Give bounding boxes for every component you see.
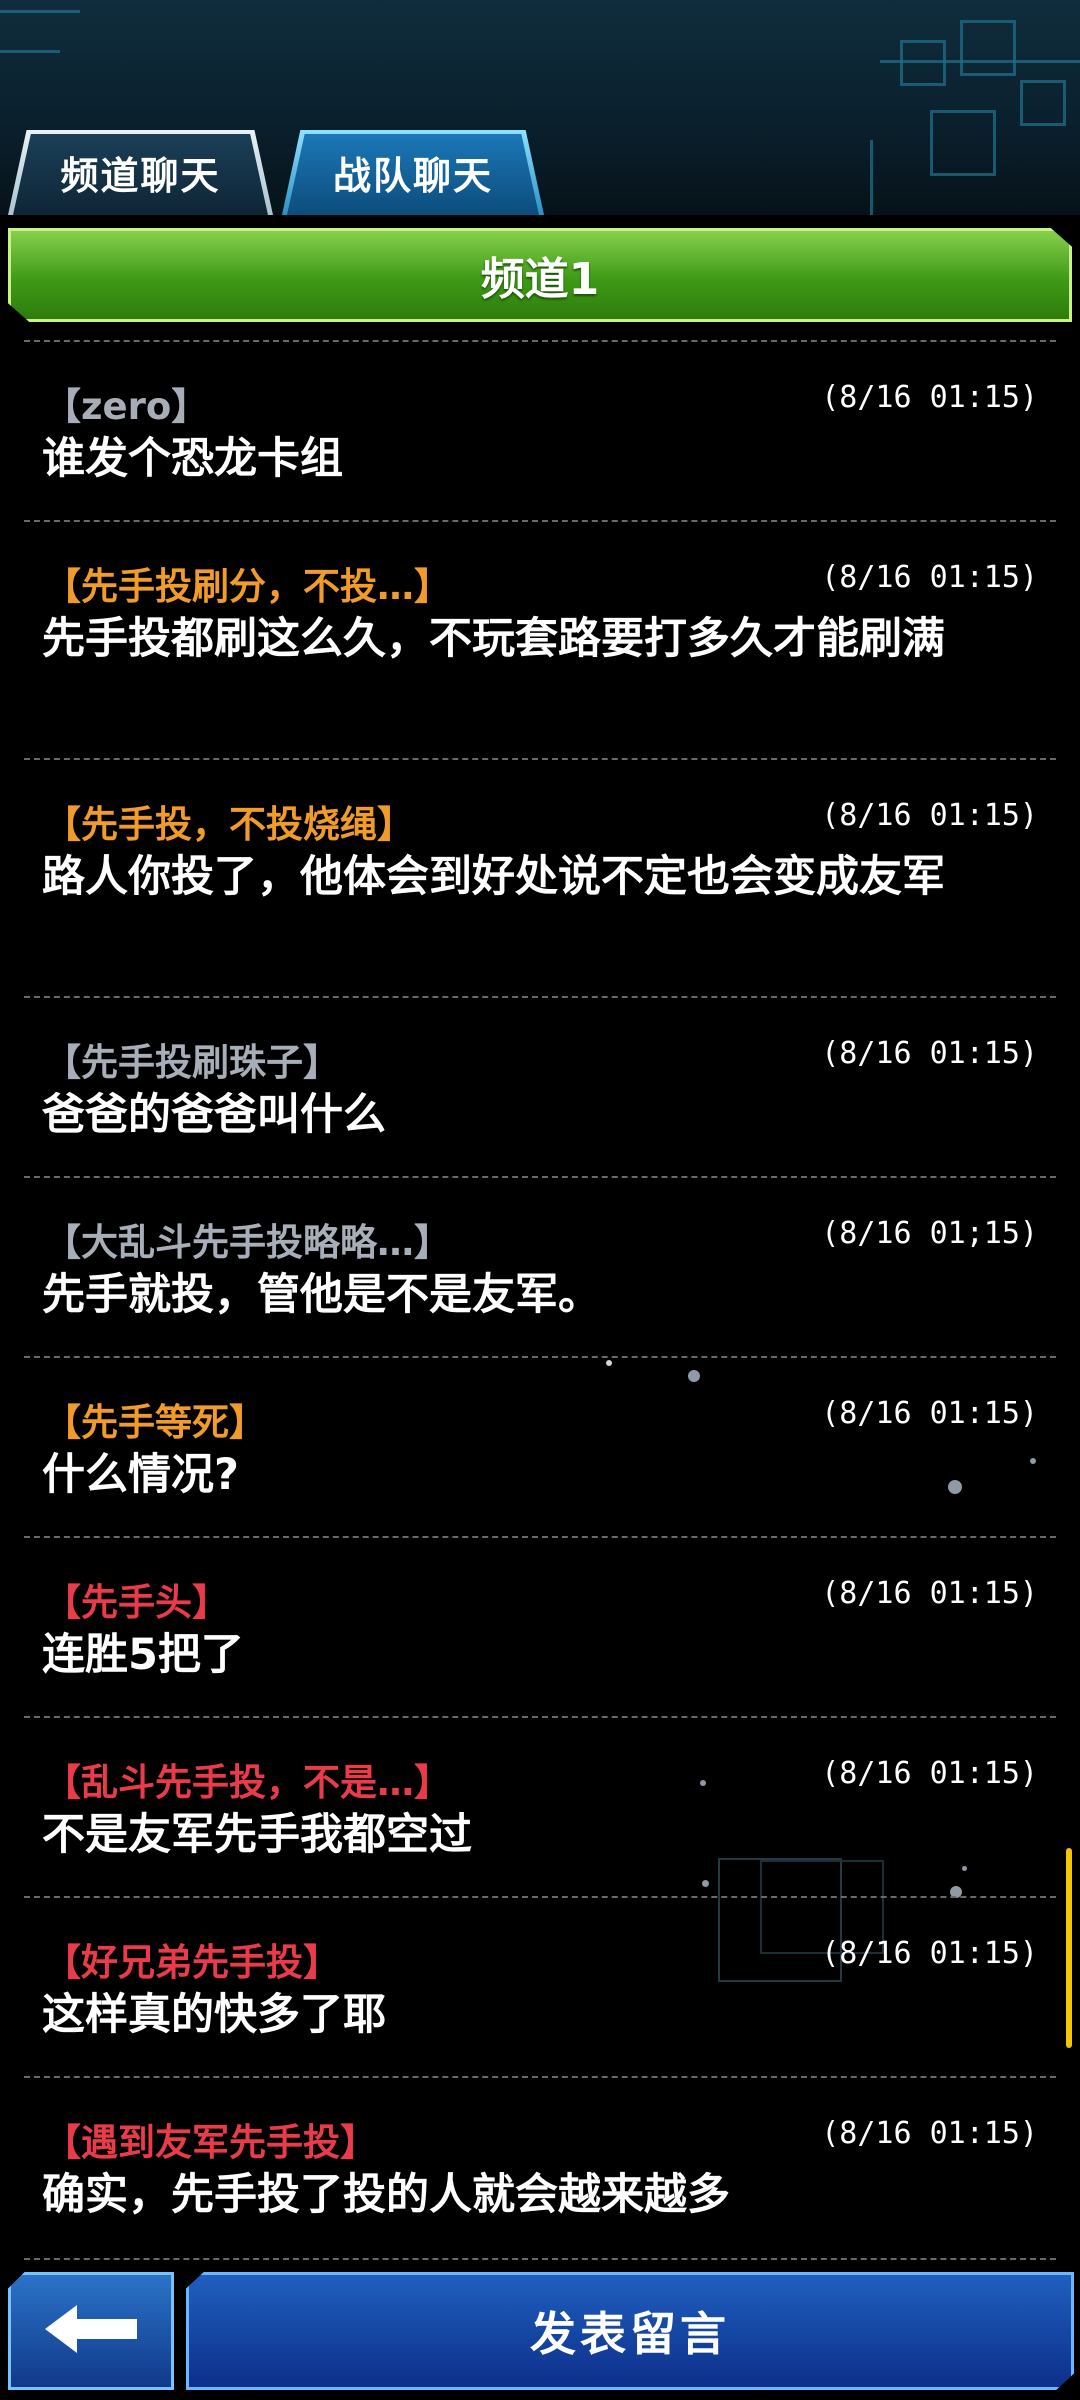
- chat-feed[interactable]: 【zero】 (8/16 01:15) 谁发个恐龙卡组 【先手投刷分，不投…】 …: [0, 340, 1080, 2260]
- chat-message[interactable]: 【大乱斗先手投略略…】 (8/16 01;15) 先手就投，管他是不是友军。: [24, 1176, 1056, 1356]
- message-sender[interactable]: 【好兄弟先手投】: [44, 1932, 340, 1986]
- chat-message[interactable]: 【先手投刷分，不投…】 (8/16 01:15) 先手投都刷这么久，不玩套路要打…: [24, 520, 1056, 758]
- chat-message[interactable]: 【zero】 (8/16 01:15) 谁发个恐龙卡组: [24, 340, 1056, 520]
- chat-message[interactable]: 【遇到友军先手投】 (8/16 01:15) 确实，先手投了投的人就会越来越多: [24, 2076, 1056, 2260]
- message-text: 这样真的快多了耶: [42, 1990, 386, 2040]
- post-message-button[interactable]: 发表留言: [186, 2272, 1074, 2390]
- circuit-line: [880, 60, 1080, 63]
- tab-label: 频道聊天: [60, 154, 221, 198]
- message-sender[interactable]: 【zero】: [44, 376, 208, 430]
- chat-message[interactable]: 【先手投刷珠子】 (8/16 01:15) 爸爸的爸爸叫什么: [24, 996, 1056, 1176]
- message-text: 先手就投，管他是不是友军。: [42, 1270, 601, 1320]
- chat-message[interactable]: 【好兄弟先手投】 (8/16 01:15) 这样真的快多了耶: [24, 1896, 1056, 2076]
- bottom-bar: 发表留言: [0, 2262, 1080, 2400]
- message-sender[interactable]: 【先手投，不投烧绳】: [44, 794, 414, 848]
- message-text: 连胜5把了: [42, 1630, 244, 1680]
- message-sender[interactable]: 【先手投刷珠子】: [44, 1032, 340, 1086]
- message-text: 谁发个恐龙卡组: [42, 434, 343, 484]
- message-text: 先手投都刷这么久，不玩套路要打多久才能刷满: [42, 614, 945, 664]
- back-arrow-icon: [41, 2301, 141, 2361]
- tab-team-chat[interactable]: 战队聊天: [282, 130, 544, 215]
- circuit-line: [870, 140, 873, 215]
- circuit-decoration: [1020, 80, 1066, 126]
- message-text: 路人你投了，他体会到好处说不定也会变成友军: [42, 852, 945, 902]
- post-message-label: 发表留言: [530, 2307, 730, 2361]
- message-text: 什么情况?: [42, 1450, 239, 1500]
- message-text: 确实，先手投了投的人就会越来越多: [42, 2170, 730, 2220]
- channel-title-bar[interactable]: 频道1: [8, 228, 1072, 322]
- chat-message[interactable]: 【先手投，不投烧绳】 (8/16 01:15) 路人你投了，他体会到好处说不定也…: [24, 758, 1056, 996]
- tab-label: 战队聊天: [332, 154, 493, 198]
- message-time: (8/16 01:15): [821, 2116, 1038, 2151]
- chat-message[interactable]: 【乱斗先手投，不是…】 (8/16 01:15) 不是友军先手我都空过: [24, 1716, 1056, 1896]
- circuit-line: [0, 50, 60, 53]
- scrollbar[interactable]: [1066, 1848, 1072, 2048]
- message-sender[interactable]: 【遇到友军先手投】: [44, 2112, 377, 2166]
- message-time: (8/16 01:15): [821, 1396, 1038, 1431]
- circuit-decoration: [960, 20, 1016, 76]
- message-text: 爸爸的爸爸叫什么: [42, 1090, 386, 1140]
- message-sender[interactable]: 【先手头】: [44, 1572, 229, 1626]
- message-time: (8/16 01:15): [821, 798, 1038, 833]
- tab-channel-chat[interactable]: 频道聊天: [8, 130, 273, 215]
- message-time: (8/16 01;15): [821, 1216, 1038, 1251]
- message-sender[interactable]: 【先手投刷分，不投…】: [44, 556, 451, 610]
- chat-message[interactable]: 【先手等死】 (8/16 01:15) 什么情况?: [24, 1356, 1056, 1536]
- chat-message[interactable]: 【先手头】 (8/16 01:15) 连胜5把了: [24, 1536, 1056, 1716]
- circuit-decoration: [930, 110, 996, 176]
- message-time: (8/16 01:15): [821, 560, 1038, 595]
- message-sender[interactable]: 【大乱斗先手投略略…】: [44, 1212, 451, 1266]
- message-sender[interactable]: 【先手等死】: [44, 1392, 266, 1446]
- message-time: (8/16 01:15): [821, 380, 1038, 415]
- channel-title: 频道1: [480, 254, 600, 305]
- message-time: (8/16 01:15): [821, 1576, 1038, 1611]
- message-time: (8/16 01:15): [821, 1756, 1038, 1791]
- message-time: (8/16 01:15): [821, 1936, 1038, 1971]
- circuit-decoration: [900, 40, 946, 86]
- circuit-line: [0, 10, 80, 13]
- message-sender[interactable]: 【乱斗先手投，不是…】: [44, 1752, 451, 1806]
- message-time: (8/16 01:15): [821, 1036, 1038, 1071]
- back-button[interactable]: [8, 2272, 174, 2390]
- message-text: 不是友军先手我都空过: [42, 1810, 472, 1860]
